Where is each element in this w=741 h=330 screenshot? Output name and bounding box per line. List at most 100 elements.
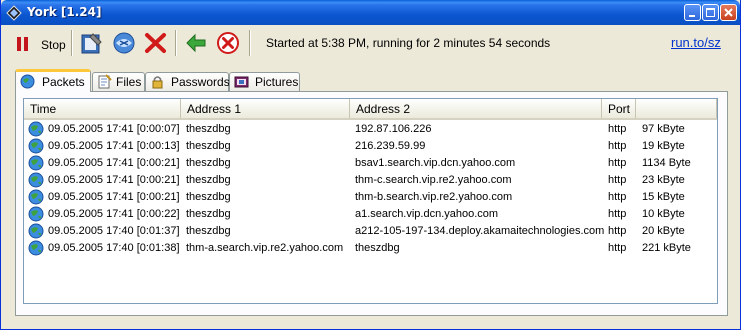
- column-header-port[interactable]: Port: [602, 99, 636, 118]
- cell-port: http: [608, 191, 627, 203]
- cell-time: 09.05.2005 17:40 [0:01:38]: [48, 242, 180, 254]
- cell-address-1: theszdbg: [186, 174, 231, 186]
- cell-address-1: theszdbg: [186, 191, 231, 203]
- tab-packets[interactable]: Packets: [15, 69, 91, 92]
- cell-time: 09.05.2005 17:41 [0:00:07]: [48, 123, 180, 135]
- cell-size: 97 kByte: [642, 123, 685, 135]
- cell-port: http: [608, 123, 627, 135]
- cell-time: 09.05.2005 17:41 [0:00:13]: [48, 140, 180, 152]
- table-row[interactable]: 09.05.2005 17:40 [0:01:37] theszdbg a212…: [24, 223, 717, 240]
- tab-label: Passwords: [171, 75, 230, 89]
- cell-size: 10 kByte: [642, 208, 685, 220]
- cell-port: http: [608, 140, 627, 152]
- export-arrow-icon[interactable]: [183, 30, 209, 56]
- cell-time: 09.05.2005 17:41 [0:00:22]: [48, 208, 180, 220]
- table-row[interactable]: 09.05.2005 17:41 [0:00:21] theszdbg thm-…: [24, 189, 717, 206]
- tab-label: Files: [116, 75, 142, 89]
- globe-icon: [28, 240, 44, 256]
- globe-icon: [28, 121, 44, 137]
- tab-label: Packets: [42, 75, 85, 89]
- window-title: York [1.24]: [27, 5, 102, 19]
- stop-label: Stop: [41, 38, 66, 52]
- cell-address-2: thm-c.search.vip.re2.yahoo.com: [355, 174, 512, 186]
- cell-size: 19 kByte: [642, 140, 685, 152]
- cell-address-2: thm-b.search.vip.re2.yahoo.com: [355, 191, 513, 203]
- globe-icon: [28, 138, 44, 154]
- list-rows: 09.05.2005 17:41 [0:00:07] theszdbg 192.…: [24, 121, 717, 257]
- globe-icon: [20, 74, 35, 89]
- app-window: York [1.24] Stop Started at 5:38 PM, run…: [0, 0, 741, 330]
- table-row[interactable]: 09.05.2005 17:41 [0:00:21] theszdbg bsav…: [24, 155, 717, 172]
- delete-icon[interactable]: [143, 30, 169, 56]
- document-icon: [98, 74, 112, 89]
- cell-time: 09.05.2005 17:41 [0:00:21]: [48, 157, 180, 169]
- globe-icon: [28, 223, 44, 239]
- status-text: Started at 5:38 PM, running for 2 minute…: [266, 36, 551, 50]
- maximize-button[interactable]: [702, 4, 719, 21]
- packets-panel: Time Address 1 Address 2 Port 09.05.2005…: [15, 91, 728, 316]
- cell-port: http: [608, 174, 627, 186]
- table-row[interactable]: 09.05.2005 17:41 [0:00:07] theszdbg 192.…: [24, 121, 717, 138]
- cell-address-1: theszdbg: [186, 123, 231, 135]
- cancel-icon[interactable]: [215, 30, 241, 56]
- cell-address-2: bsav1.search.vip.dcn.yahoo.com: [355, 157, 516, 169]
- picture-icon: [234, 76, 249, 88]
- toolbar-separator: [249, 30, 250, 56]
- close-window-button[interactable]: [720, 4, 737, 21]
- app-icon[interactable]: [6, 5, 22, 21]
- toolbar-separator: [71, 30, 72, 56]
- tab-passwords[interactable]: Passwords: [145, 72, 230, 91]
- table-row[interactable]: 09.05.2005 17:41 [0:00:21] theszdbg thm-…: [24, 172, 717, 189]
- globe-icon: [28, 206, 44, 222]
- cell-address-2: a212-105-197-134.deploy.akamaitechnologi…: [355, 225, 605, 237]
- tab-pictures[interactable]: Pictures: [229, 72, 300, 91]
- cell-size: 221 kByte: [642, 242, 691, 254]
- website-link[interactable]: run.to/sz: [671, 35, 721, 50]
- cell-address-1: theszdbg: [186, 157, 231, 169]
- cell-address-2: theszdbg: [355, 242, 400, 254]
- cell-address-1: theszdbg: [186, 140, 231, 152]
- cell-size: 1134 Byte: [642, 157, 691, 169]
- tab-label: Pictures: [255, 75, 299, 89]
- list-header: Time Address 1 Address 2 Port: [24, 99, 717, 120]
- column-header-address-1[interactable]: Address 1: [181, 99, 350, 118]
- globe-icon: [28, 155, 44, 171]
- column-header-size[interactable]: [636, 99, 717, 118]
- cell-port: http: [608, 242, 627, 254]
- cell-time: 09.05.2005 17:41 [0:00:21]: [48, 191, 180, 203]
- table-row[interactable]: 09.05.2005 17:40 [0:01:38] thm-a.search.…: [24, 240, 717, 257]
- toolbar-separator: [175, 30, 176, 56]
- globe-icon: [28, 172, 44, 188]
- cell-address-2: 192.87.106.226: [355, 123, 432, 135]
- cell-time: 09.05.2005 17:41 [0:00:21]: [48, 174, 180, 186]
- table-row[interactable]: 09.05.2005 17:41 [0:00:13] theszdbg 216.…: [24, 138, 717, 155]
- settings-tool-icon[interactable]: [79, 30, 105, 56]
- title-bar[interactable]: York [1.24]: [1, 0, 740, 25]
- cell-port: http: [608, 157, 627, 169]
- minimize-icon: [689, 15, 695, 17]
- tab-files[interactable]: Files: [92, 72, 145, 91]
- minimize-button[interactable]: [684, 4, 701, 21]
- network-tool-icon[interactable]: [111, 30, 137, 56]
- pause-icon: [17, 37, 29, 51]
- cell-port: http: [608, 225, 627, 237]
- cell-address-1: theszdbg: [186, 208, 231, 220]
- cell-address-2: a1.search.vip.dcn.yahoo.com: [355, 208, 499, 220]
- cell-address-1: thm-a.search.vip.re2.yahoo.com: [186, 242, 344, 254]
- close-icon: [724, 8, 733, 17]
- cell-time: 09.05.2005 17:40 [0:01:37]: [48, 225, 180, 237]
- toolbar: Stop Started at 5:38 PM, running for 2 m…: [3, 26, 738, 60]
- table-row[interactable]: 09.05.2005 17:41 [0:00:22] theszdbg a1.s…: [24, 206, 717, 223]
- cell-size: 20 kByte: [642, 225, 685, 237]
- cell-size: 23 kByte: [642, 174, 685, 186]
- cell-address-2: 216.239.59.99: [355, 140, 426, 152]
- globe-icon: [28, 189, 44, 205]
- maximize-icon: [706, 8, 715, 17]
- column-header-address-2[interactable]: Address 2: [350, 99, 602, 118]
- stop-button[interactable]: Stop: [7, 29, 66, 57]
- cell-size: 15 kByte: [642, 191, 685, 203]
- column-header-time[interactable]: Time: [24, 99, 181, 118]
- cell-port: http: [608, 208, 627, 220]
- packets-list[interactable]: Time Address 1 Address 2 Port 09.05.2005…: [23, 98, 718, 304]
- lock-icon: [152, 76, 163, 89]
